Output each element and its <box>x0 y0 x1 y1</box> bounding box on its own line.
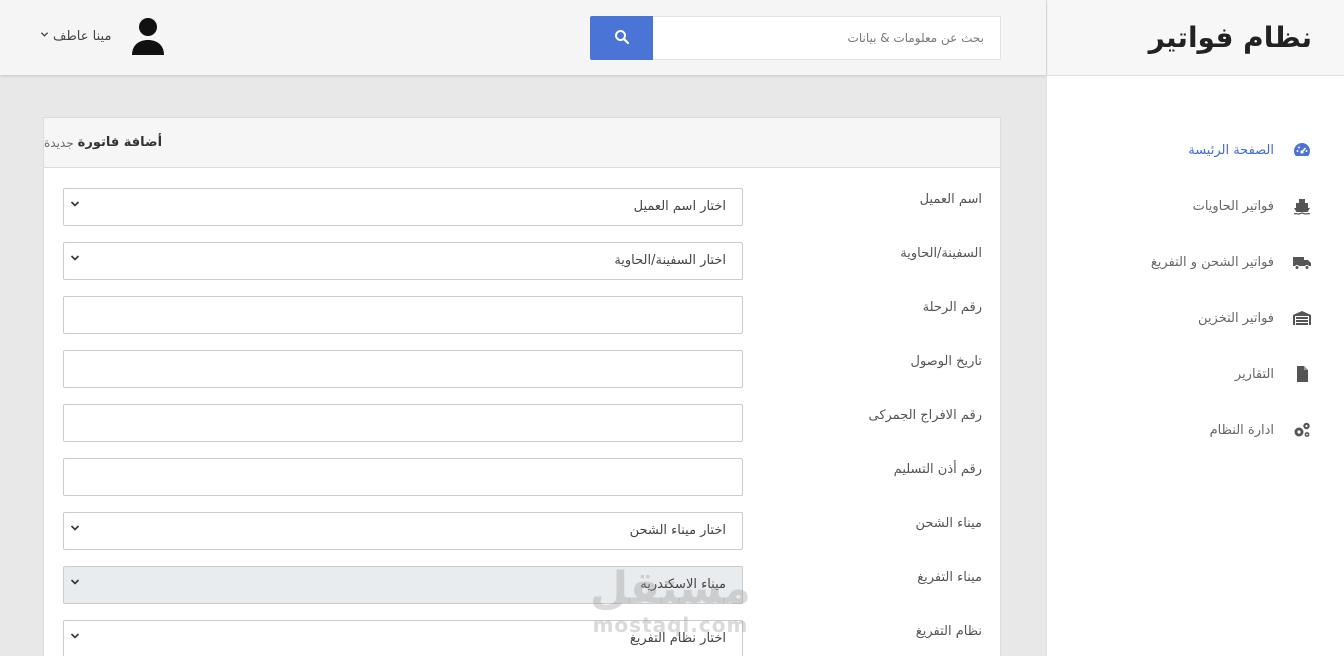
search-button[interactable] <box>590 16 653 60</box>
select-value: اختار اسم العميل <box>633 199 726 214</box>
delivery-permit-input[interactable] <box>63 458 743 496</box>
sidebar-item-system-admin[interactable]: ادارة النظام <box>1047 402 1344 458</box>
unloading-system-select[interactable]: اختار نظام التفريغ <box>63 620 743 656</box>
sidebar-item-storage-invoices[interactable]: فواتير التخزين <box>1047 290 1344 346</box>
customer-select[interactable]: اختار اسم العميل <box>63 188 743 226</box>
field-label: رقم الافراج الجمركى <box>868 408 982 423</box>
sidebar-item-label: التقارير <box>1234 366 1274 382</box>
card-subtitle: جديدة <box>44 135 74 150</box>
select-value: اختار ميناء الشحن <box>629 523 726 538</box>
field-customer-name: اسم العميل اختار اسم العميل <box>44 188 1002 226</box>
field-arrival-date: تاريخ الوصول <box>44 350 1002 388</box>
select-value: اختار السفينة/الحاوية <box>614 253 726 268</box>
file-icon <box>1292 364 1312 384</box>
field-label: ميناء الشحن <box>915 516 982 531</box>
card-title: أضافة فاتورة <box>77 135 163 150</box>
sidebar: نظام فواتير الصفحة الرئيسة فواتير الحاوي… <box>1046 0 1344 656</box>
field-label: رقم الرحلة <box>922 300 982 315</box>
top-header: مينا عاطف <box>0 0 1046 75</box>
chevron-down-icon <box>70 577 80 590</box>
customs-release-input[interactable] <box>63 404 743 442</box>
app-title: نظام فواتير <box>1148 21 1312 54</box>
field-unloading-port: ميناء التفريغ ميناء الاسكندريه <box>44 566 1002 604</box>
field-ship-container: السفينة/الحاوية اختار السفينة/الحاوية <box>44 242 1002 280</box>
field-label: رقم أذن التسليم <box>893 462 982 477</box>
field-label: تاريخ الوصول <box>910 354 983 369</box>
sidebar-item-shipping-invoices[interactable]: فواتير الشحن و التفريغ <box>1047 234 1344 290</box>
select-value: ميناء الاسكندريه <box>640 577 726 592</box>
chevron-down-icon[interactable] <box>40 30 49 42</box>
chevron-down-icon <box>70 253 80 266</box>
truck-icon <box>1292 252 1312 272</box>
chevron-down-icon <box>70 523 80 536</box>
shipping-port-select[interactable]: اختار ميناء الشحن <box>63 512 743 550</box>
gears-icon <box>1292 420 1312 440</box>
sidebar-item-reports[interactable]: التقارير <box>1047 346 1344 402</box>
field-label: ميناء التفريغ <box>917 570 982 585</box>
ship-container-select[interactable]: اختار السفينة/الحاوية <box>63 242 743 280</box>
search-icon <box>614 29 630 48</box>
arrival-date-input[interactable] <box>63 350 743 388</box>
new-invoice-card: أضافة فاتورة جديدة اسم العميل اختار اسم … <box>43 117 1001 656</box>
chevron-down-icon <box>70 631 80 644</box>
search-input[interactable] <box>653 16 1001 60</box>
field-shipping-port: ميناء الشحن اختار ميناء الشحن <box>44 512 1002 550</box>
search-bar <box>590 16 1001 60</box>
warehouse-icon <box>1292 308 1312 328</box>
select-value: اختار نظام التفريغ <box>629 631 726 646</box>
field-label: اسم العميل <box>919 192 982 207</box>
sidebar-item-label: فواتير الحاويات <box>1192 198 1274 214</box>
field-unloading-system: نظام التفريغ اختار نظام التفريغ <box>44 620 1002 656</box>
trip-number-input[interactable] <box>63 296 743 334</box>
user-menu[interactable]: مينا عاطف <box>40 16 165 56</box>
sidebar-item-label: الصفحة الرئيسة <box>1188 142 1274 158</box>
ship-icon <box>1292 196 1312 216</box>
user-icon[interactable] <box>131 17 165 55</box>
card-header: أضافة فاتورة جديدة <box>44 118 1000 168</box>
field-customs-release: رقم الافراج الجمركى <box>44 404 1002 442</box>
field-trip-number: رقم الرحلة <box>44 296 1002 334</box>
field-label: نظام التفريغ <box>915 624 982 639</box>
sidebar-nav: الصفحة الرئيسة فواتير الحاويات فواتير ال… <box>1047 76 1344 458</box>
dashboard-icon <box>1292 140 1312 160</box>
sidebar-item-label: فواتير التخزين <box>1198 310 1274 326</box>
sidebar-item-label: ادارة النظام <box>1209 422 1274 438</box>
chevron-down-icon <box>70 199 80 212</box>
user-name[interactable]: مينا عاطف <box>53 29 111 44</box>
brand-header: نظام فواتير <box>1047 0 1344 76</box>
unloading-port-select[interactable]: ميناء الاسكندريه <box>63 566 743 604</box>
field-delivery-permit: رقم أذن التسليم <box>44 458 1002 496</box>
sidebar-item-container-invoices[interactable]: فواتير الحاويات <box>1047 178 1344 234</box>
sidebar-item-label: فواتير الشحن و التفريغ <box>1150 254 1274 270</box>
sidebar-item-home[interactable]: الصفحة الرئيسة <box>1047 122 1344 178</box>
field-label: السفينة/الحاوية <box>900 246 982 261</box>
